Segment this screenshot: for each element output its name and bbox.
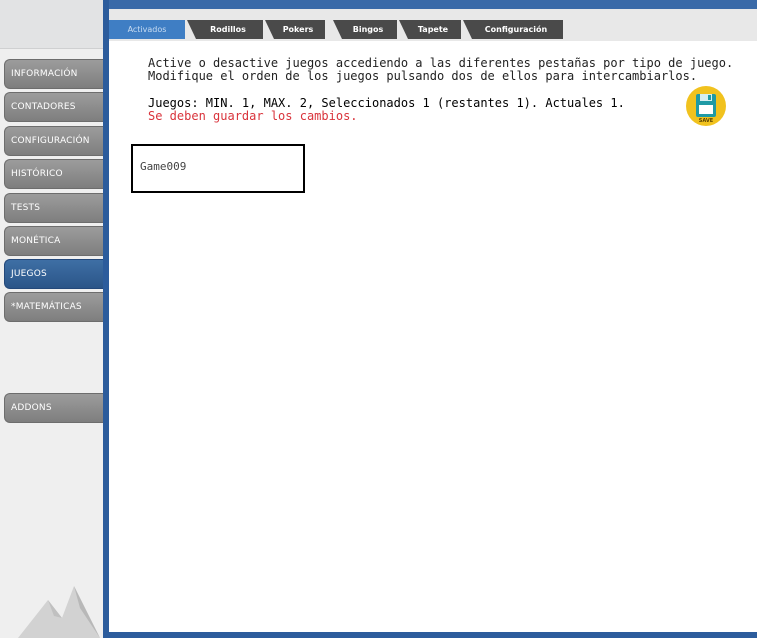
instructions: Active o desactive juegos accediendo a l…: [148, 57, 757, 83]
tab-rodillos[interactable]: Rodillos: [187, 20, 263, 39]
sidebar-item-addons[interactable]: ADDONS: [4, 393, 103, 423]
sidebar-item-tests[interactable]: TESTS: [4, 193, 103, 223]
game-slot[interactable]: Game009: [131, 144, 305, 193]
sidebar-item-contadores[interactable]: CONTADORES: [4, 92, 103, 122]
tab-activados[interactable]: Activados: [109, 20, 185, 39]
sidebar-item-matematicas[interactable]: *MATEMÁTICAS: [4, 292, 103, 322]
save-button[interactable]: SAVE: [686, 86, 726, 126]
status-block: Juegos: MIN. 1, MAX. 2, Seleccionados 1 …: [148, 97, 625, 123]
unsaved-warning: Se deben guardar los cambios.: [148, 109, 358, 123]
sidebar-item-configuracion[interactable]: CONFIGURACIÓN: [4, 126, 103, 156]
tab-bar: Activados Rodillos Pokers Bingos Tapete …: [109, 9, 757, 41]
game-name: Game009: [140, 160, 187, 173]
sidebar-item-informacion[interactable]: INFORMACIÓN: [4, 59, 103, 89]
sidebar-item-juegos[interactable]: JUEGOS: [4, 259, 103, 289]
tab-bingos[interactable]: Bingos: [333, 20, 397, 39]
sidebar-header: [0, 0, 103, 49]
frame-border-bottom: [103, 632, 757, 638]
mountain-logo-icon: [18, 586, 100, 638]
instruction-line: Modifique el orden de los juegos pulsand…: [148, 69, 698, 83]
save-label: SAVE: [699, 118, 714, 124]
tab-configuracion[interactable]: Configuración: [463, 20, 563, 39]
sidebar-item-historico[interactable]: HISTÓRICO: [4, 159, 103, 189]
sidebar-item-monetica[interactable]: MONÉTICA: [4, 226, 103, 256]
top-strip: [103, 0, 757, 9]
main-content: Active o desactive juegos accediendo a l…: [109, 41, 757, 632]
tab-tapete[interactable]: Tapete: [399, 20, 461, 39]
sidebar: INFORMACIÓN CONTADORES CONFIGURACIÓN HIS…: [0, 0, 103, 638]
floppy-disk-icon: SAVE: [696, 94, 716, 124]
tab-pokers[interactable]: Pokers: [265, 20, 325, 39]
